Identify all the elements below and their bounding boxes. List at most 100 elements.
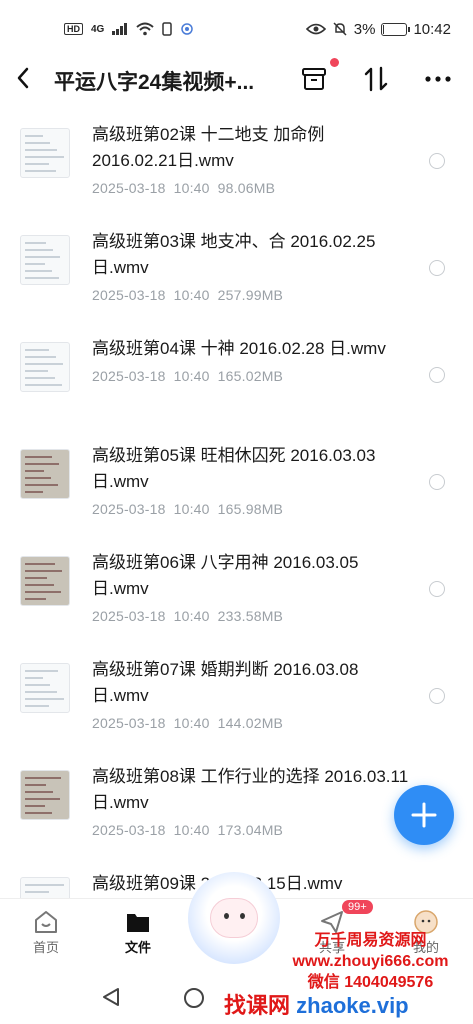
mascot-eye-right xyxy=(240,913,245,919)
thumbnail-line xyxy=(25,356,56,358)
thumbnail-line xyxy=(25,698,64,700)
thumbnail-line xyxy=(25,149,57,151)
mute-bell-icon xyxy=(333,22,347,36)
thumbnail-line xyxy=(25,170,56,172)
archive-button[interactable] xyxy=(299,58,339,94)
file-row[interactable]: 高级班第02课 十二地支 加命例 2016.02.21日.wmv 2025-03-… xyxy=(0,108,473,215)
sort-icon xyxy=(364,66,388,92)
status-right: 3% 10:42 xyxy=(305,20,451,38)
file-name: 高级班第05课 旺相休囚死 2016.03.03日.wmv xyxy=(92,446,376,491)
battery-icon xyxy=(381,22,411,36)
mascot-button[interactable] xyxy=(188,872,280,964)
file-date: 2025-03-18 xyxy=(92,715,166,731)
select-radio[interactable] xyxy=(429,153,445,169)
file-row[interactable]: 高级班第04课 十神 2016.02.28 日.wmv 2025-03-18 10:… xyxy=(0,322,473,429)
select-radio[interactable] xyxy=(429,581,445,597)
nav-files[interactable]: 文件 xyxy=(98,907,178,956)
file-row[interactable]: 高级班第06课 八字用神 2016.03.05 日.wmv 2025-03-18 1… xyxy=(0,536,473,643)
file-size: 165.02MB xyxy=(217,368,284,384)
select-radio[interactable] xyxy=(429,688,445,704)
file-size: 257.99MB xyxy=(217,287,284,303)
file-time: 10:40 xyxy=(173,822,210,838)
thumbnail-line xyxy=(25,598,46,600)
file-name: 高级班第07课 婚期判断 2016.03.08 日.wmv xyxy=(92,660,359,705)
file-row[interactable]: 高级班第05课 旺相休囚死 2016.03.03日.wmv 2025-03-18 1… xyxy=(0,429,473,536)
file-text: 高级班第05课 旺相休囚死 2016.03.03日.wmv 2025-03-18 1… xyxy=(92,443,412,517)
mascot-eye-left xyxy=(224,913,229,919)
thumbnail-line xyxy=(25,249,53,251)
thumbnail-line xyxy=(25,798,60,800)
file-thumbnail xyxy=(20,449,70,499)
file-time: 10:40 xyxy=(173,287,210,303)
thumbnail-line xyxy=(25,277,59,279)
file-row[interactable]: 高级班第03课 地支冲、合 2016.02.25日.wmv 2025-03-18 1… xyxy=(0,215,473,322)
nav-home[interactable]: 首页 xyxy=(6,907,86,956)
plus-icon xyxy=(411,802,437,828)
file-meta: 2025-03-18 10:40 98.06MB xyxy=(92,180,412,196)
thumbnail-line xyxy=(25,563,55,565)
file-time: 10:40 xyxy=(173,368,210,384)
thumbnail-line xyxy=(25,270,52,272)
thumbnail-line xyxy=(25,384,62,386)
thumbnail-line xyxy=(25,577,47,579)
thumbnail-line xyxy=(25,470,44,472)
thumbnail-line xyxy=(25,591,61,593)
thumbnail-line xyxy=(25,805,45,807)
thumbnail-line xyxy=(25,242,46,244)
thumbnail-line xyxy=(25,791,53,793)
file-size: 144.02MB xyxy=(217,715,284,731)
thumbnail-line xyxy=(25,570,62,572)
thumbnail-line xyxy=(25,477,51,479)
thumbnail-line xyxy=(25,456,52,458)
select-radio[interactable] xyxy=(429,367,445,383)
app-notify-icon xyxy=(181,23,194,35)
thumbnail-line xyxy=(25,684,50,686)
file-size: 233.58MB xyxy=(217,608,284,624)
network-label: 4G xyxy=(91,23,105,35)
system-nav-bar xyxy=(0,976,473,1024)
sort-button[interactable] xyxy=(361,64,391,94)
thumbnail-line xyxy=(25,584,54,586)
file-thumbnail xyxy=(20,235,70,285)
sim-icon xyxy=(162,22,173,36)
file-thumbnail xyxy=(20,342,70,392)
file-name: 高级班第06课 八字用神 2016.03.05 日.wmv xyxy=(92,553,359,598)
more-icon xyxy=(425,76,451,82)
nav-home-circle-icon[interactable] xyxy=(182,986,206,1010)
thumbnail-line xyxy=(25,784,46,786)
header: 平运八字24集视频+... xyxy=(0,58,473,104)
file-thumbnail xyxy=(20,128,70,178)
archive-icon xyxy=(302,68,326,90)
file-time: 10:40 xyxy=(173,608,210,624)
file-text: 高级班第03课 地支冲、合 2016.02.25日.wmv 2025-03-18 1… xyxy=(92,229,412,303)
share-badge: 99+ xyxy=(342,900,373,914)
nav-back-triangle-icon[interactable] xyxy=(100,986,122,1008)
select-radio[interactable] xyxy=(429,474,445,490)
file-row[interactable]: 高级班第07课 婚期判断 2016.03.08 日.wmv 2025-03-18 1… xyxy=(0,643,473,750)
thumbnail-line xyxy=(25,891,49,893)
battery-percent: 3% xyxy=(353,20,376,38)
nav-files-label: 文件 xyxy=(124,940,151,955)
status-bar: HD 4G 3% 10:42 xyxy=(0,0,473,58)
select-radio[interactable] xyxy=(429,260,445,276)
file-text: 高级班第06课 八字用神 2016.03.05 日.wmv 2025-03-18 1… xyxy=(92,550,412,624)
mascot-face xyxy=(210,898,258,938)
file-text: 高级班第02课 十二地支 加命例 2016.02.21日.wmv 2025-03-… xyxy=(92,122,412,196)
file-meta: 2025-03-18 10:40 144.02MB xyxy=(92,715,412,731)
file-thumbnail xyxy=(20,556,70,606)
file-meta: 2025-03-18 10:40 165.02MB xyxy=(92,368,412,384)
file-size: 173.04MB xyxy=(217,822,284,838)
thumbnail-line xyxy=(25,363,63,365)
back-icon[interactable] xyxy=(16,67,44,95)
nav-home-label: 首页 xyxy=(32,940,59,955)
file-name: 高级班第04课 十神 2016.02.28 日.wmv xyxy=(92,339,386,358)
file-thumbnail xyxy=(20,770,70,820)
file-date: 2025-03-18 xyxy=(92,180,166,196)
watermark-line2: www.zhouyi666.com xyxy=(292,953,449,970)
more-button[interactable] xyxy=(423,64,453,94)
file-meta: 2025-03-18 10:40 165.98MB xyxy=(92,501,412,517)
add-button[interactable] xyxy=(394,785,454,845)
thumbnail-line xyxy=(25,670,58,672)
thumbnail-line xyxy=(25,135,43,137)
thumbnail-line xyxy=(25,163,49,165)
